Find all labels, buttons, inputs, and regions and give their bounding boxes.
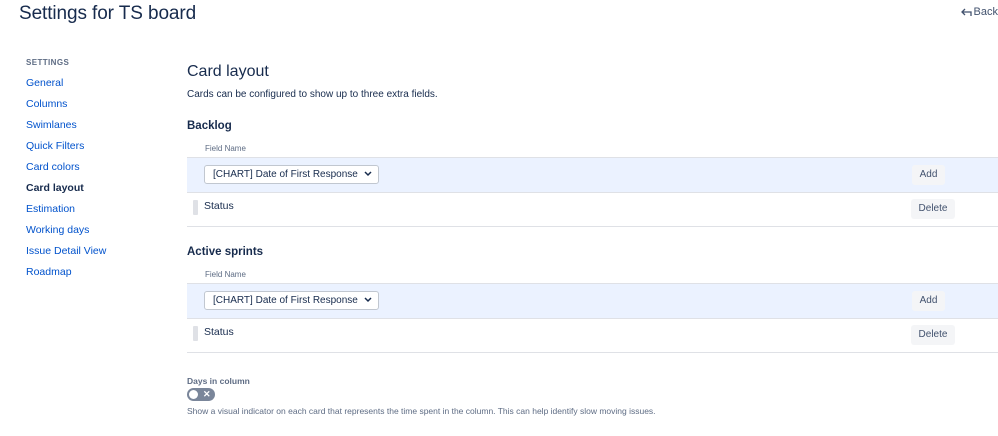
card-layout-panel: Card layout Cards can be configured to s… <box>187 63 998 416</box>
days-in-column-label: Days in column <box>187 376 250 386</box>
sidebar-item-card-colors[interactable]: Card colors <box>26 160 166 181</box>
active-sprints-field-select-value: [CHART] Date of First Response <box>213 295 358 306</box>
active-sprints-title: Active sprints <box>187 246 264 258</box>
back-link[interactable]: Back <box>960 6 998 18</box>
close-icon: ✕ <box>203 389 211 399</box>
backlog-add-row: [CHART] Date of First Response Add <box>187 157 998 193</box>
backlog-field-row: Status Delete <box>187 193 998 227</box>
chevron-down-icon <box>364 297 372 303</box>
chevron-down-icon <box>364 171 372 177</box>
toggle-knob <box>189 390 198 399</box>
backlog-title: Backlog <box>187 120 232 132</box>
active-sprints-field-label: Status <box>204 326 234 338</box>
active-sprints-field-name-header: Field Name <box>205 270 246 279</box>
sidebar-item-swimlanes[interactable]: Swimlanes <box>26 118 166 139</box>
sidebar-item-card-layout[interactable]: Card layout <box>26 181 166 202</box>
active-sprints-field-row: Status Delete <box>187 319 998 353</box>
drag-handle-icon[interactable] <box>193 200 198 215</box>
sidebar-item-working-days[interactable]: Working days <box>26 223 166 244</box>
section-description: Cards can be configured to show up to th… <box>187 89 438 100</box>
sidebar-item-quick-filters[interactable]: Quick Filters <box>26 139 166 160</box>
backlog-field-label: Status <box>204 200 234 212</box>
backlog-field-select-value: [CHART] Date of First Response <box>213 169 358 180</box>
sidebar-item-roadmap[interactable]: Roadmap <box>26 265 166 286</box>
sidebar-heading: SETTINGS <box>26 58 70 67</box>
drag-handle-icon[interactable] <box>193 326 198 341</box>
active-sprints-delete-button[interactable]: Delete <box>911 325 955 345</box>
backlog-field-name-header: Field Name <box>205 144 246 153</box>
back-arrow-icon <box>960 8 972 16</box>
back-label: Back <box>973 6 998 18</box>
active-sprints-add-row: [CHART] Date of First Response Add <box>187 283 998 319</box>
sidebar-item-columns[interactable]: Columns <box>26 97 166 118</box>
page-title: Settings for TS board <box>19 3 197 24</box>
sidebar-item-general[interactable]: General <box>26 76 166 97</box>
active-sprints-add-button[interactable]: Add <box>912 291 945 311</box>
sidebar-item-issue-detail-view[interactable]: Issue Detail View <box>26 244 166 265</box>
active-sprints-field-select[interactable]: [CHART] Date of First Response <box>204 291 379 310</box>
section-title: Card layout <box>187 63 269 80</box>
backlog-field-select[interactable]: [CHART] Date of First Response <box>204 165 379 184</box>
backlog-delete-button[interactable]: Delete <box>911 199 955 219</box>
sidebar-item-estimation[interactable]: Estimation <box>26 202 166 223</box>
settings-sidebar: SETTINGS General Columns Swimlanes Quick… <box>26 58 166 286</box>
backlog-add-button[interactable]: Add <box>912 165 945 185</box>
days-in-column-description: Show a visual indicator on each card tha… <box>187 406 656 416</box>
days-in-column-toggle[interactable]: ✕ <box>187 388 215 401</box>
